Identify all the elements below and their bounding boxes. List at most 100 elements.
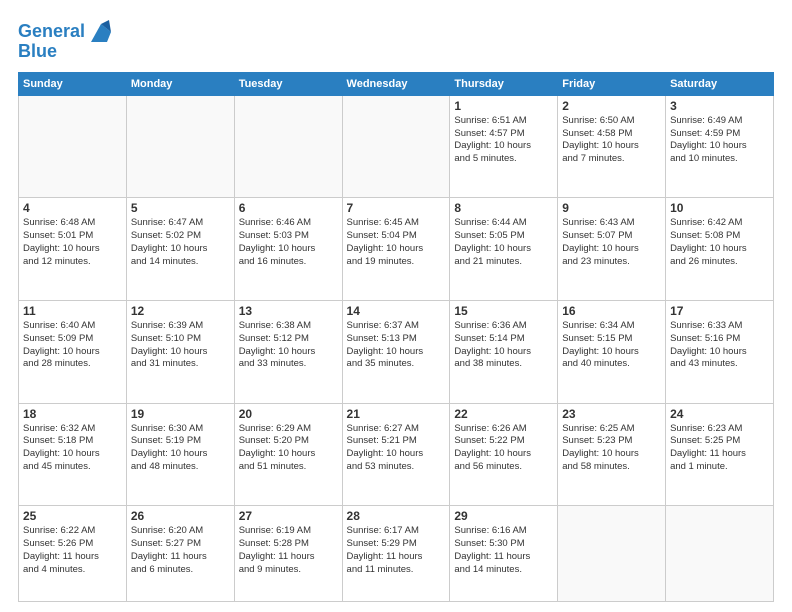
day-number: 3 xyxy=(670,99,769,113)
calendar-cell: 20Sunrise: 6:29 AM Sunset: 5:20 PM Dayli… xyxy=(234,403,342,506)
day-info: Sunrise: 6:19 AM Sunset: 5:28 PM Dayligh… xyxy=(239,525,338,576)
day-number: 11 xyxy=(23,304,122,318)
day-info: Sunrise: 6:49 AM Sunset: 4:59 PM Dayligh… xyxy=(670,115,769,166)
calendar-cell: 28Sunrise: 6:17 AM Sunset: 5:29 PM Dayli… xyxy=(342,506,450,602)
day-number: 16 xyxy=(562,304,661,318)
day-number: 18 xyxy=(23,407,122,421)
calendar-cell: 29 Sunrise: 6:16 AM Sunset: 5:30 PM Dayli… xyxy=(450,506,558,602)
day-info: Sunrise: 6:17 AM Sunset: 5:29 PM Dayligh… xyxy=(347,525,446,576)
day-info: Sunrise: 6:36 AM Sunset: 5:14 PM Dayligh… xyxy=(454,320,553,371)
day-info: Sunrise: 6:25 AM Sunset: 5:23 PM Dayligh… xyxy=(562,423,661,474)
weekday-monday: Monday xyxy=(126,72,234,95)
week-row-2: 11 Sunrise: 6:40 AM Sunset: 5:09 PM Dayli… xyxy=(19,301,774,404)
day-number: 12 xyxy=(131,304,230,318)
calendar-cell: 26 Sunrise: 6:20 AM Sunset: 5:27 PM Dayli… xyxy=(126,506,234,602)
day-info: Sunrise: 6:34 AM Sunset: 5:15 PM Dayligh… xyxy=(562,320,661,371)
calendar-cell: 16 Sunrise: 6:34 AM Sunset: 5:15 PM Dayli… xyxy=(558,301,666,404)
day-info: Sunrise: 6:42 AM Sunset: 5:08 PM Dayligh… xyxy=(670,217,769,268)
calendar-cell: 4Sunrise: 6:48 AM Sunset: 5:01 PM Daylig… xyxy=(19,198,127,301)
weekday-saturday: Saturday xyxy=(666,72,774,95)
day-info: Sunrise: 6:39 AM Sunset: 5:10 PM Dayligh… xyxy=(131,320,230,371)
calendar-cell: 19 Sunrise: 6:30 AM Sunset: 5:19 PM Dayli… xyxy=(126,403,234,506)
day-number: 19 xyxy=(131,407,230,421)
calendar-cell: 21Sunrise: 6:27 AM Sunset: 5:21 PM Dayli… xyxy=(342,403,450,506)
day-number: 26 xyxy=(131,509,230,523)
day-number: 5 xyxy=(131,201,230,215)
calendar-cell: 18 Sunrise: 6:32 AM Sunset: 5:18 PM Dayli… xyxy=(19,403,127,506)
day-info: Sunrise: 6:23 AM Sunset: 5:25 PM Dayligh… xyxy=(670,423,769,474)
calendar-cell: 25 Sunrise: 6:22 AM Sunset: 5:26 PM Dayli… xyxy=(19,506,127,602)
calendar-cell: 23 Sunrise: 6:25 AM Sunset: 5:23 PM Dayli… xyxy=(558,403,666,506)
calendar-cell: 13 Sunrise: 6:38 AM Sunset: 5:12 PM Dayli… xyxy=(234,301,342,404)
day-info: Sunrise: 6:38 AM Sunset: 5:12 PM Dayligh… xyxy=(239,320,338,371)
calendar-cell xyxy=(126,95,234,198)
day-info: Sunrise: 6:26 AM Sunset: 5:22 PM Dayligh… xyxy=(454,423,553,474)
calendar-cell: 22 Sunrise: 6:26 AM Sunset: 5:22 PM Dayli… xyxy=(450,403,558,506)
day-info: Sunrise: 6:48 AM Sunset: 5:01 PM Dayligh… xyxy=(23,217,122,268)
calendar-cell: 17 Sunrise: 6:33 AM Sunset: 5:16 PM Dayli… xyxy=(666,301,774,404)
calendar-cell xyxy=(342,95,450,198)
calendar-cell: 27Sunrise: 6:19 AM Sunset: 5:28 PM Dayli… xyxy=(234,506,342,602)
day-info: Sunrise: 6:22 AM Sunset: 5:26 PM Dayligh… xyxy=(23,525,122,576)
day-info: Sunrise: 6:50 AM Sunset: 4:58 PM Dayligh… xyxy=(562,115,661,166)
calendar-cell: 9 Sunrise: 6:43 AM Sunset: 5:07 PM Daylig… xyxy=(558,198,666,301)
calendar-cell: 24 Sunrise: 6:23 AM Sunset: 5:25 PM Dayli… xyxy=(666,403,774,506)
day-number: 17 xyxy=(670,304,769,318)
day-number: 10 xyxy=(670,201,769,215)
day-info: Sunrise: 6:16 AM Sunset: 5:30 PM Dayligh… xyxy=(454,525,553,576)
logo: General Blue xyxy=(18,18,115,62)
day-info: Sunrise: 6:37 AM Sunset: 5:13 PM Dayligh… xyxy=(347,320,446,371)
day-number: 14 xyxy=(347,304,446,318)
calendar-cell: 3 Sunrise: 6:49 AM Sunset: 4:59 PM Daylig… xyxy=(666,95,774,198)
calendar-cell: 1 Sunrise: 6:51 AM Sunset: 4:57 PM Daylig… xyxy=(450,95,558,198)
calendar-cell: 14 Sunrise: 6:37 AM Sunset: 5:13 PM Dayli… xyxy=(342,301,450,404)
day-info: Sunrise: 6:32 AM Sunset: 5:18 PM Dayligh… xyxy=(23,423,122,474)
calendar: SundayMondayTuesdayWednesdayThursdayFrid… xyxy=(18,72,774,602)
day-info: Sunrise: 6:29 AM Sunset: 5:20 PM Dayligh… xyxy=(239,423,338,474)
logo-text-blue: Blue xyxy=(18,42,57,62)
day-info: Sunrise: 6:27 AM Sunset: 5:21 PM Dayligh… xyxy=(347,423,446,474)
logo-icon xyxy=(87,18,115,46)
calendar-cell: 2 Sunrise: 6:50 AM Sunset: 4:58 PM Daylig… xyxy=(558,95,666,198)
weekday-wednesday: Wednesday xyxy=(342,72,450,95)
week-row-0: 1 Sunrise: 6:51 AM Sunset: 4:57 PM Daylig… xyxy=(19,95,774,198)
calendar-cell: 8 Sunrise: 6:44 AM Sunset: 5:05 PM Daylig… xyxy=(450,198,558,301)
week-row-4: 25 Sunrise: 6:22 AM Sunset: 5:26 PM Dayli… xyxy=(19,506,774,602)
calendar-cell: 7 Sunrise: 6:45 AM Sunset: 5:04 PM Daylig… xyxy=(342,198,450,301)
day-number: 7 xyxy=(347,201,446,215)
day-info: Sunrise: 6:51 AM Sunset: 4:57 PM Dayligh… xyxy=(454,115,553,166)
day-info: Sunrise: 6:33 AM Sunset: 5:16 PM Dayligh… xyxy=(670,320,769,371)
day-number: 29 xyxy=(454,509,553,523)
day-number: 9 xyxy=(562,201,661,215)
day-info: Sunrise: 6:45 AM Sunset: 5:04 PM Dayligh… xyxy=(347,217,446,268)
day-info: Sunrise: 6:44 AM Sunset: 5:05 PM Dayligh… xyxy=(454,217,553,268)
day-number: 15 xyxy=(454,304,553,318)
day-number: 23 xyxy=(562,407,661,421)
day-info: Sunrise: 6:40 AM Sunset: 5:09 PM Dayligh… xyxy=(23,320,122,371)
logo-text-general: General xyxy=(18,22,85,42)
day-number: 8 xyxy=(454,201,553,215)
calendar-cell: 11 Sunrise: 6:40 AM Sunset: 5:09 PM Dayli… xyxy=(19,301,127,404)
calendar-cell xyxy=(666,506,774,602)
calendar-cell: 15 Sunrise: 6:36 AM Sunset: 5:14 PM Dayli… xyxy=(450,301,558,404)
day-number: 2 xyxy=(562,99,661,113)
weekday-sunday: Sunday xyxy=(19,72,127,95)
day-number: 13 xyxy=(239,304,338,318)
weekday-tuesday: Tuesday xyxy=(234,72,342,95)
calendar-cell xyxy=(19,95,127,198)
day-info: Sunrise: 6:30 AM Sunset: 5:19 PM Dayligh… xyxy=(131,423,230,474)
calendar-cell: 12 Sunrise: 6:39 AM Sunset: 5:10 PM Dayli… xyxy=(126,301,234,404)
day-number: 25 xyxy=(23,509,122,523)
page: General Blue SundayMondayTuesdayWednesda… xyxy=(0,0,792,612)
day-number: 6 xyxy=(239,201,338,215)
header: General Blue xyxy=(18,18,774,62)
calendar-cell: 10 Sunrise: 6:42 AM Sunset: 5:08 PM Dayli… xyxy=(666,198,774,301)
day-info: Sunrise: 6:43 AM Sunset: 5:07 PM Dayligh… xyxy=(562,217,661,268)
day-number: 1 xyxy=(454,99,553,113)
weekday-header-row: SundayMondayTuesdayWednesdayThursdayFrid… xyxy=(19,72,774,95)
day-number: 24 xyxy=(670,407,769,421)
day-info: Sunrise: 6:20 AM Sunset: 5:27 PM Dayligh… xyxy=(131,525,230,576)
weekday-thursday: Thursday xyxy=(450,72,558,95)
calendar-cell xyxy=(234,95,342,198)
day-number: 22 xyxy=(454,407,553,421)
